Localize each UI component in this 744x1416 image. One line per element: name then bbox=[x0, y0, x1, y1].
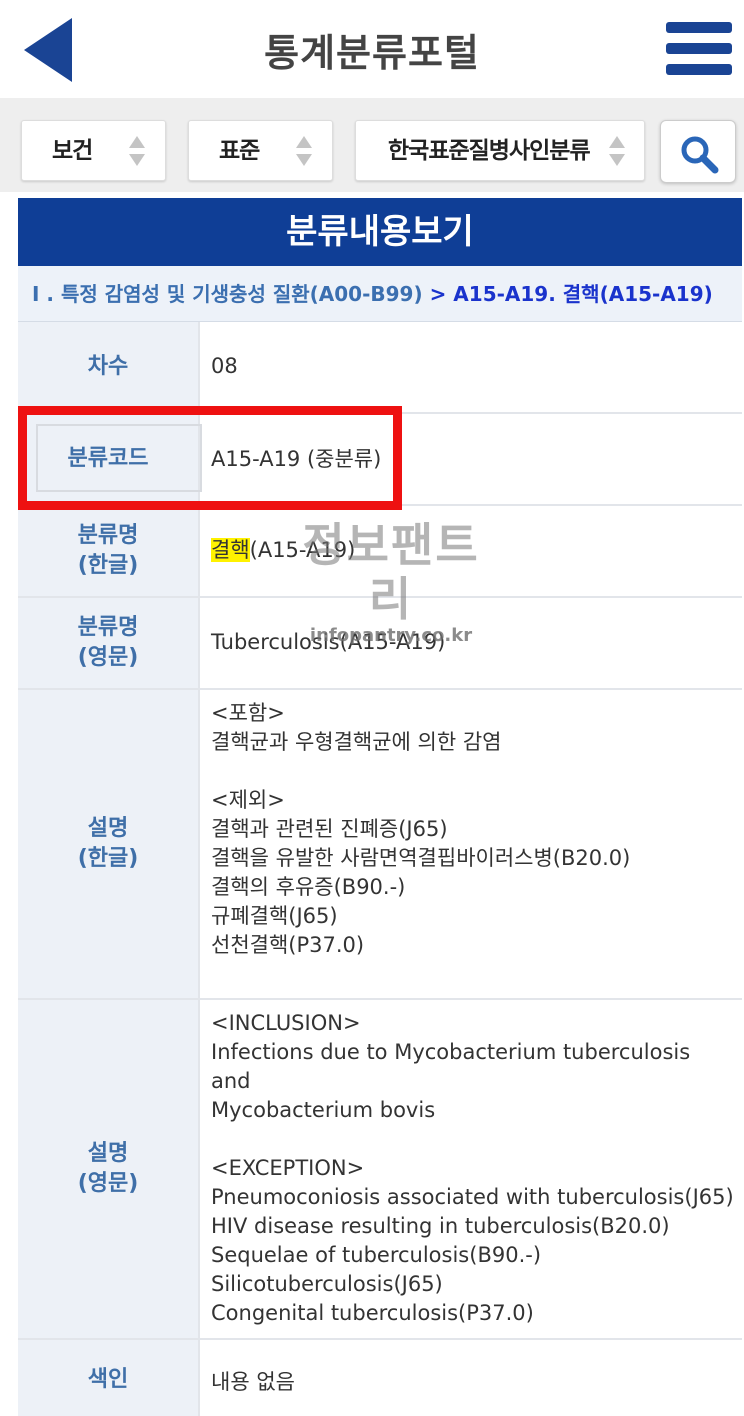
name-kr-code: (A15-A19) bbox=[249, 538, 356, 562]
classification-select[interactable]: 한국표준질병사인분류 bbox=[355, 120, 645, 181]
updown-arrows-icon bbox=[126, 133, 148, 169]
desc-en-blank bbox=[211, 1125, 736, 1154]
index-value: 내용 없음 bbox=[211, 1370, 295, 1394]
top-bar: 통계분류포털 bbox=[0, 0, 744, 98]
desc-en-line: <EXCEPTION> bbox=[211, 1156, 365, 1180]
desc-en-label-line2: (영문) bbox=[77, 1171, 139, 1196]
desc-en-line: Congenital tuberculosis(P37.0) bbox=[211, 1301, 534, 1325]
classification-select-value: 한국표준질병사인분류 bbox=[388, 138, 591, 164]
name-en-label: 분류명 (영문) bbox=[18, 598, 200, 688]
desc-en-line: Silicotuberculosis(J65) bbox=[211, 1272, 443, 1296]
row-desc-kr: 설명 (한글) <포함> 결핵균과 우형결핵균에 의한 감염 <제외> 결핵과 … bbox=[18, 690, 742, 1000]
highlighted-term: 결핵 bbox=[211, 538, 250, 562]
breadcrumb: I . 특정 감염성 및 기생충성 질환(A00-B99) > A15-A19.… bbox=[18, 266, 742, 322]
breadcrumb-current-link[interactable]: A15-A19. 결핵(A15-A19) bbox=[453, 282, 713, 306]
name-kr-label-line1: 분류명 bbox=[77, 523, 139, 548]
section-title: 분류내용보기 bbox=[18, 198, 742, 266]
desc-en-value: <INCLUSION> Infections due to Mycobacter… bbox=[211, 1000, 736, 1338]
updown-arrows-icon bbox=[606, 133, 628, 169]
desc-kr-line: 결핵과 관련된 진폐증(J65) bbox=[211, 817, 448, 841]
desc-kr-line: <포함> bbox=[211, 701, 285, 725]
desc-en-line: <INCLUSION> bbox=[211, 1011, 361, 1035]
app-title: 통계분류포털 bbox=[264, 31, 480, 75]
desc-en-line: HIV disease resulting in tuberculosis(B2… bbox=[211, 1214, 670, 1238]
filter-bar: 보건 표준 한국표준질병사인분류 bbox=[0, 98, 744, 192]
desc-kr-line: 결핵의 후유증(B90.-) bbox=[211, 875, 406, 899]
desc-en-line: Pneumoconiosis associated with tuberculo… bbox=[211, 1185, 734, 1209]
desc-kr-value: <포함> 결핵균과 우형결핵균에 의한 감염 <제외> 결핵과 관련된 진폐증(… bbox=[211, 690, 736, 998]
desc-en-label-line1: 설명 bbox=[87, 1141, 129, 1166]
standard-select[interactable]: 표준 bbox=[188, 120, 333, 181]
desc-en-line: Infections due to Mycobacterium tubercul… bbox=[211, 1040, 691, 1093]
updown-arrows-icon bbox=[293, 133, 315, 169]
standard-select-value: 표준 bbox=[219, 138, 260, 164]
search-button[interactable] bbox=[660, 120, 736, 183]
name-kr-value: 결핵(A15-A19) bbox=[211, 506, 736, 596]
name-en-label-line2: (영문) bbox=[77, 645, 139, 670]
row-index: 색인 내용 없음 bbox=[18, 1340, 742, 1416]
desc-kr-line: 결핵균과 우형결핵균에 의한 감염 bbox=[211, 730, 502, 754]
desc-kr-blank bbox=[211, 757, 736, 786]
desc-kr-line: 선천결핵(P37.0) bbox=[211, 933, 365, 957]
desc-kr-line: <제외> bbox=[211, 788, 285, 812]
breadcrumb-parent-link[interactable]: I . 특정 감염성 및 기생충성 질환(A00-B99) bbox=[32, 282, 423, 306]
hamburger-menu-icon[interactable] bbox=[666, 22, 732, 78]
search-icon bbox=[681, 136, 719, 174]
revision-value: 08 bbox=[211, 354, 238, 378]
index-label: 색인 bbox=[18, 1340, 200, 1416]
desc-kr-label-line2: (한글) bbox=[77, 846, 139, 871]
desc-kr-line: 결핵을 유발한 사람면역결핍바이러스병(B20.0) bbox=[211, 846, 631, 870]
red-annotation-box bbox=[18, 406, 402, 510]
desc-kr-label: 설명 (한글) bbox=[18, 690, 200, 998]
desc-en-line: Mycobacterium bovis bbox=[211, 1098, 436, 1122]
desc-en-line: Sequelae of tuberculosis(B90.-) bbox=[211, 1243, 542, 1267]
name-kr-label: 분류명 (한글) bbox=[18, 506, 200, 596]
row-desc-en: 설명 (영문) <INCLUSION> Infections due to My… bbox=[18, 1000, 742, 1340]
name-kr-label-line2: (한글) bbox=[77, 553, 139, 578]
desc-kr-line: 규폐결핵(J65) bbox=[211, 904, 338, 928]
category-select-value: 보건 bbox=[52, 138, 93, 164]
desc-kr-label-line1: 설명 bbox=[87, 816, 129, 841]
row-name-kr: 분류명 (한글) 결핵(A15-A19) bbox=[18, 506, 742, 598]
name-en-value: Tuberculosis(A15-A19) bbox=[211, 630, 446, 654]
row-name-en: 분류명 (영문) Tuberculosis(A15-A19) bbox=[18, 598, 742, 690]
category-select[interactable]: 보건 bbox=[21, 120, 166, 181]
breadcrumb-separator: > bbox=[429, 282, 447, 306]
name-en-label-line1: 분류명 bbox=[77, 615, 139, 640]
revision-label: 차수 bbox=[18, 322, 200, 412]
row-revision: 차수 08 bbox=[18, 322, 742, 414]
desc-en-label: 설명 (영문) bbox=[18, 1000, 200, 1338]
